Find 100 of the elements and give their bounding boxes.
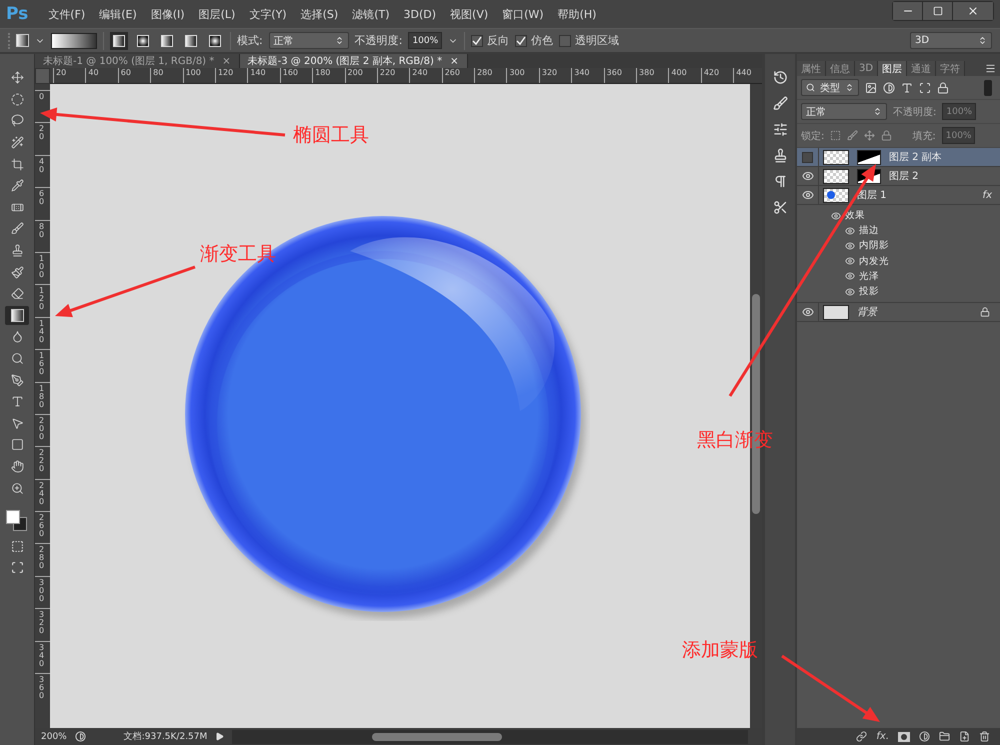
- option-checkbox[interactable]: 反向: [471, 33, 510, 48]
- menu-item[interactable]: 滤镜(T): [346, 6, 396, 22]
- opacity-field[interactable]: 100%: [408, 32, 442, 49]
- workspace-select[interactable]: 3D: [910, 32, 992, 49]
- ruler-label: 180: [315, 68, 330, 77]
- history-icon: [772, 70, 788, 84]
- image-icon: [865, 82, 877, 94]
- document-tab[interactable]: 未标题-3 @ 200% (图层 2 副本, RGB/8) * ×: [240, 54, 468, 68]
- ruler-label: 260: [444, 68, 460, 77]
- menu-item[interactable]: 图像(I): [144, 6, 191, 22]
- ruler-label: 80: [39, 222, 44, 239]
- zoom-icon: [10, 482, 24, 495]
- brush-icon: [772, 96, 788, 110]
- ruler-label: 440: [736, 68, 752, 77]
- screen-mode-icon: [10, 560, 24, 574]
- ruler-label: 20: [56, 68, 66, 77]
- menu-item[interactable]: 文字(Y): [243, 6, 293, 22]
- add-mask-icon: [898, 732, 910, 742]
- hand-icon: [10, 460, 24, 473]
- annotation-label: 椭圆工具: [293, 123, 369, 148]
- option-checkbox[interactable]: 透明区域: [559, 33, 620, 48]
- panel-tab[interactable]: 属性: [797, 61, 826, 76]
- ruler-label: 180: [39, 384, 44, 409]
- paintbrush-icon: [10, 266, 24, 279]
- effect-name[interactable]: 描边: [859, 224, 879, 238]
- menu-item[interactable]: 帮助(H): [552, 6, 602, 22]
- ruler-label: 240: [39, 482, 44, 506]
- layer-row[interactable]: 背景: [797, 303, 1000, 322]
- lock-icon: [881, 130, 892, 141]
- layer-name: 背景: [857, 306, 877, 320]
- tab-close-button[interactable]: ×: [222, 56, 231, 66]
- pen-icon: [10, 374, 24, 387]
- menu-item[interactable]: 窗口(W): [496, 6, 550, 22]
- stepper-icon: [845, 83, 854, 92]
- menu-item[interactable]: 3D(D): [398, 8, 442, 20]
- adjustment-icon: [883, 82, 895, 94]
- droplet-icon: [10, 330, 24, 344]
- gradient-icon: [16, 34, 29, 47]
- menu-item[interactable]: 编辑(E): [93, 6, 143, 22]
- blend-mode-select[interactable]: 正常: [801, 103, 887, 120]
- opacity-label: 不透明度:: [893, 106, 936, 118]
- linear-gradient-icon: [113, 34, 125, 46]
- ruler-label: 160: [39, 352, 44, 376]
- status-icon: [74, 731, 86, 742]
- stepper-icon: [334, 36, 344, 45]
- option-checkbox[interactable]: 仿色: [515, 33, 554, 48]
- gradient-picker[interactable]: [51, 32, 97, 48]
- panel-tab[interactable]: 字符: [936, 61, 966, 76]
- opacity-label: 不透明度:: [354, 33, 402, 48]
- fx-button[interactable]: fx.: [876, 731, 889, 742]
- effect-name[interactable]: 光泽: [859, 270, 879, 283]
- mode-label: 模式:: [237, 33, 263, 48]
- menu-item[interactable]: 文件(F): [42, 6, 92, 22]
- maximize-icon: [932, 6, 942, 16]
- lock-pixels-icon: [830, 130, 842, 141]
- stepper-icon: [978, 36, 987, 45]
- effect-name[interactable]: 内阴影: [859, 239, 889, 252]
- layer-row[interactable]: 图层 2 副本: [797, 148, 1000, 167]
- crop-icon: [10, 158, 24, 171]
- menu-item[interactable]: 视图(V): [444, 6, 494, 22]
- menu-item[interactable]: 图层(L): [192, 6, 242, 22]
- ruler-label: 280: [477, 68, 492, 77]
- gradient-type-button[interactable]: [110, 32, 128, 50]
- ruler-label: 140: [250, 68, 266, 77]
- close-icon: [967, 5, 979, 17]
- gradient-icon: [10, 308, 24, 322]
- folder-icon: [939, 731, 950, 742]
- check-icon: [472, 36, 482, 46]
- app-logo: Ps: [6, 4, 28, 24]
- panel-tab[interactable]: 图层: [878, 61, 908, 76]
- ruler-label: 60: [120, 68, 131, 77]
- document-tab[interactable]: 未标题-1 @ 100% (图层 1, RGB/8) * ×: [35, 54, 240, 68]
- ruler-label: 40: [88, 68, 99, 77]
- radial-gradient-icon: [137, 34, 149, 46]
- panel-tab[interactable]: 信息: [826, 61, 855, 76]
- check-icon: [516, 36, 526, 46]
- horizontal-scrollbar[interactable]: [232, 730, 748, 744]
- close-button[interactable]: [953, 2, 993, 20]
- menu-item[interactable]: 选择(S): [294, 6, 344, 22]
- effect-name[interactable]: 内发光: [859, 254, 889, 268]
- lock-label: 锁定:: [801, 130, 824, 142]
- new-layer-icon: [959, 731, 970, 742]
- maximize-button[interactable]: [923, 2, 953, 20]
- panel-tab[interactable]: 3D: [855, 61, 878, 76]
- panel-tab[interactable]: 通道: [907, 61, 936, 76]
- wand-icon: [10, 136, 24, 150]
- ruler-label: 120: [39, 287, 44, 312]
- layer-row[interactable]: 图层 2: [797, 167, 1000, 186]
- filter-select[interactable]: 类型: [801, 79, 859, 96]
- tab-close-button[interactable]: ×: [450, 56, 458, 66]
- move-icon: [864, 130, 876, 141]
- effect-name[interactable]: 投影: [859, 285, 879, 298]
- zoom-level[interactable]: 200%: [41, 732, 67, 742]
- ruler-label: 60: [39, 190, 44, 206]
- ruler-label: 300: [509, 68, 525, 77]
- mode-select[interactable]: 正常: [268, 32, 349, 49]
- effects-label: 效果: [845, 209, 865, 222]
- filter-toggle[interactable]: [984, 80, 992, 96]
- ruler-label: 80: [153, 68, 164, 77]
- tool-button[interactable]: [5, 306, 29, 326]
